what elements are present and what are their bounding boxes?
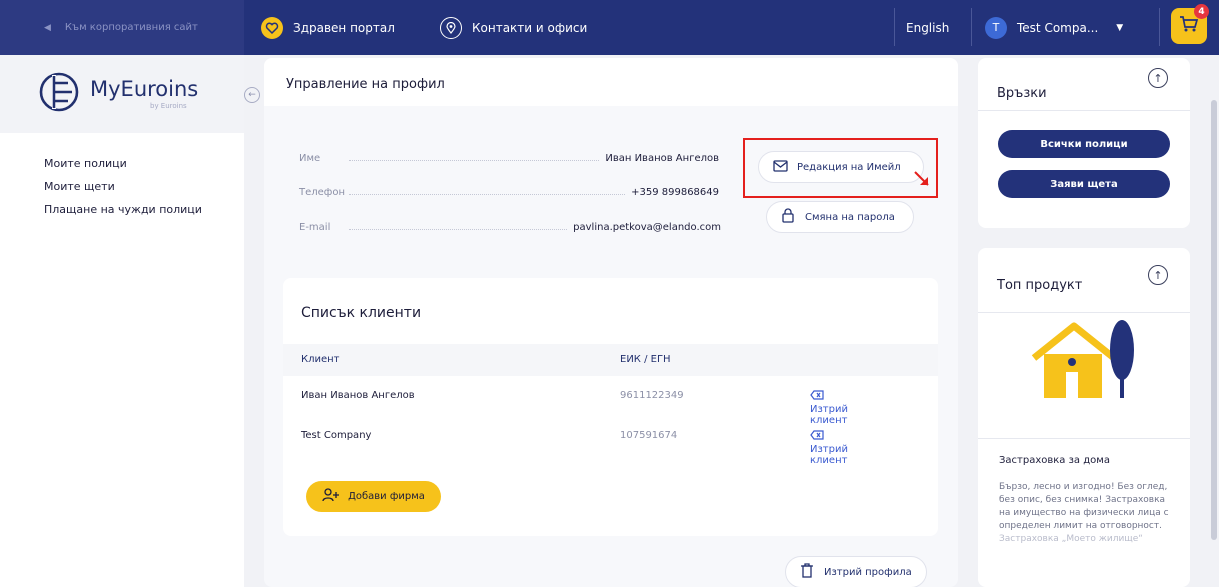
collapse-sidebar-button[interactable]: ← <box>244 87 260 103</box>
email-value: pavlina.petkova@elando.com <box>573 222 721 233</box>
top-product-title: Топ продукт <box>997 278 1083 293</box>
arrow-up-icon[interactable]: ↑ <box>1148 265 1168 285</box>
profile-card: Управление на профил Име Иван Иванов Анг… <box>264 58 958 587</box>
language-switch[interactable]: English <box>906 0 949 55</box>
avatar: T <box>985 16 1007 39</box>
cart-icon <box>1179 15 1199 37</box>
email-label: E-mail <box>299 222 331 233</box>
product-description-text: Бързо, лесно и изгодно! Без оглед, без о… <box>999 482 1169 531</box>
divider <box>978 110 1190 111</box>
house-illustration <box>1031 320 1134 398</box>
topbar-divider <box>971 8 972 46</box>
topbar-divider <box>1159 8 1160 46</box>
name-row: Име Иван Иванов Ангелов <box>299 153 719 164</box>
product-name[interactable]: Застраховка за дома <box>999 455 1110 466</box>
col-client-header: Клиент <box>301 354 340 365</box>
language-label: English <box>906 20 950 35</box>
key-icon <box>781 207 797 227</box>
dotted-leader <box>349 222 568 230</box>
user-name: Test Compa... <box>1017 20 1099 35</box>
page-title: Управление на профил <box>264 58 958 106</box>
cart-button[interactable]: 4 <box>1171 4 1209 44</box>
change-password-button[interactable]: Смяна на парола <box>766 201 914 233</box>
client-name: Test Company <box>301 430 372 441</box>
phone-row: Телефон +359 899868649 <box>299 187 719 198</box>
delete-profile-label: Изтрий профила <box>824 566 912 578</box>
divider <box>978 438 1190 439</box>
email-row: E-mail pavlina.petkova@elando.com <box>299 222 721 233</box>
dotted-leader <box>349 187 626 195</box>
heart-icon <box>261 16 283 39</box>
clients-title: Списък клиенти <box>301 305 422 321</box>
backspace-icon <box>810 390 824 400</box>
add-firm-button[interactable]: Добави фирма <box>306 481 441 512</box>
links-title: Връзки <box>997 86 1047 101</box>
table-row: Test Company 107591674 Изтрий клиент <box>283 416 938 466</box>
caret-down-icon: ▼ <box>1116 22 1124 33</box>
change-password-label: Смяна на парола <box>805 211 895 223</box>
phone-label: Телефон <box>299 187 346 198</box>
euroins-logo-icon <box>38 71 80 117</box>
client-eik: 107591674 <box>620 430 678 441</box>
clients-table-header: Клиент ЕИК / ЕГН <box>283 344 938 376</box>
sidebar-item-pay-other-policies[interactable]: Плащане на чужди полици <box>44 203 244 216</box>
back-to-corporate-label: Към корпоративния сайт <box>64 22 198 33</box>
health-portal-link[interactable]: Здравен портал <box>261 0 395 55</box>
health-portal-label: Здравен портал <box>293 20 395 35</box>
table-row: Иван Иванов Ангелов 9611122349 Изтрий кл… <box>283 376 938 426</box>
dotted-leader <box>349 153 600 161</box>
divider <box>978 312 1190 313</box>
top-bar: ◀ Към корпоративния сайт Здравен портал … <box>0 0 1219 55</box>
delete-client-label: Изтрий клиент <box>810 444 848 466</box>
sidebar-item-my-policies[interactable]: Моите полици <box>44 157 244 170</box>
claim-button[interactable]: Заяви щета <box>998 170 1170 198</box>
trash-icon <box>800 563 814 581</box>
delete-client-button[interactable]: Изтрий клиент <box>810 390 848 426</box>
add-user-icon <box>322 488 340 505</box>
topbar-divider <box>894 8 895 46</box>
add-firm-label: Добави фирма <box>348 491 425 502</box>
client-name: Иван Иванов Ангелов <box>301 390 415 401</box>
back-to-corporate-link[interactable]: ◀ Към корпоративния сайт <box>0 0 244 55</box>
delete-profile-button[interactable]: Изтрий профила <box>785 556 927 587</box>
pointer-arrow-icon <box>914 171 929 186</box>
contacts-label: Контакти и офиси <box>472 20 588 35</box>
contacts-link[interactable]: Контакти и офиси <box>440 0 587 55</box>
scrollbar-thumb[interactable] <box>1211 100 1217 540</box>
backspace-icon <box>810 430 824 440</box>
arrow-up-icon[interactable]: ↑ <box>1148 68 1168 88</box>
name-label: Име <box>299 153 321 164</box>
logo-text: MyEuroins <box>90 76 199 101</box>
sidebar: MyEuroins by Euroins Моите полици Моите … <box>0 55 244 587</box>
sidebar-menu: Моите полици Моите щети Плащане на чужди… <box>0 133 244 216</box>
logo-subtitle: by Euroins <box>150 101 187 110</box>
product-description-fade: Застраховка „Моето жилище“ <box>999 534 1143 544</box>
cart-count-badge: 4 <box>1194 4 1209 19</box>
arrow-left-icon: ← <box>248 90 256 100</box>
user-menu[interactable]: T Test Compa... ▼ <box>985 0 1123 55</box>
location-pin-icon <box>440 16 462 39</box>
col-eik-header: ЕИК / ЕГН <box>620 354 671 365</box>
product-description: Бързо, лесно и изгодно! Без оглед, без о… <box>999 481 1179 546</box>
top-product-card: Топ продукт ↑ Застраховка за дома Бързо,… <box>978 248 1190 587</box>
logo[interactable]: MyEuroins by Euroins <box>0 55 244 133</box>
client-eik: 9611122349 <box>620 390 684 401</box>
chevron-left-icon: ◀ <box>44 22 51 33</box>
phone-value: +359 899868649 <box>631 187 719 198</box>
all-policies-button[interactable]: Всички полици <box>998 130 1170 158</box>
name-value: Иван Иванов Ангелов <box>605 153 719 164</box>
highlight-box <box>743 138 938 198</box>
sidebar-item-my-claims[interactable]: Моите щети <box>44 180 244 193</box>
links-card: Връзки ↑ Всички полици Заяви щета <box>978 58 1190 228</box>
delete-client-button[interactable]: Изтрий клиент <box>810 430 848 466</box>
clients-card: Списък клиенти Клиент ЕИК / ЕГН Иван Ива… <box>283 278 938 536</box>
